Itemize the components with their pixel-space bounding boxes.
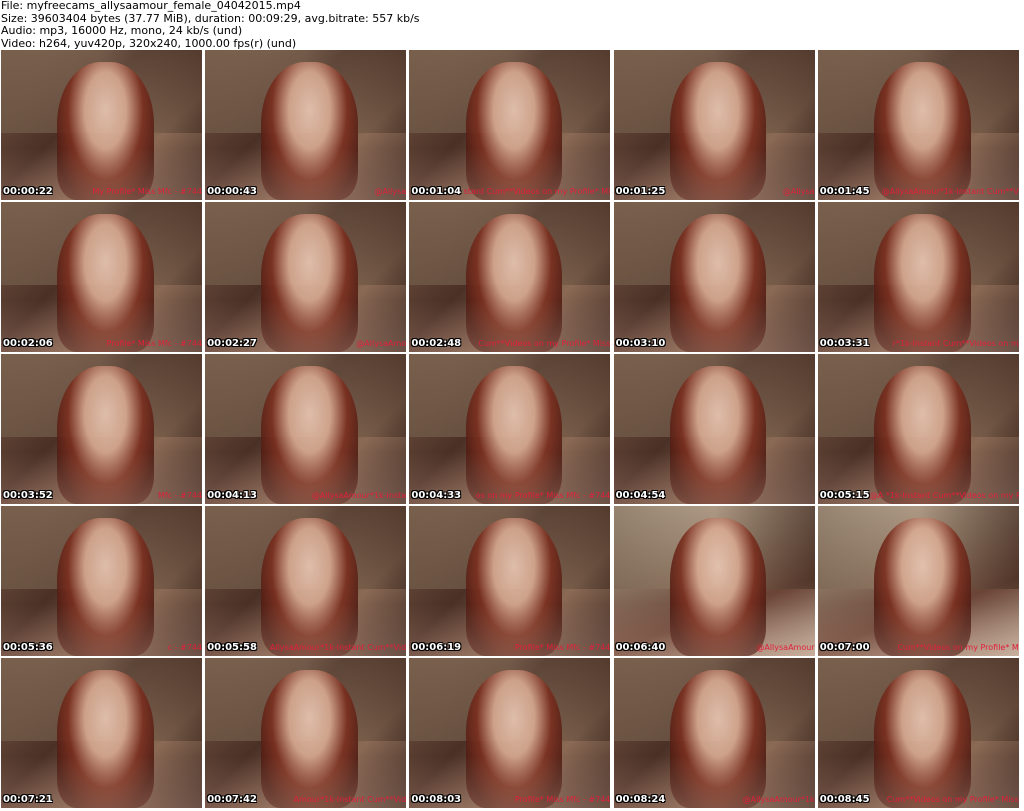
thumbnail-frame: Mfc - #744 00:03:52 bbox=[1, 354, 202, 504]
timestamp-label: 00:03:52 bbox=[3, 490, 53, 501]
thumbnail-frame: 00:03:10 bbox=[613, 202, 815, 352]
timestamp-label: 00:08:24 bbox=[615, 794, 666, 805]
ticker-text: @AllysaAmo bbox=[356, 339, 407, 348]
timestamp-label: 00:03:31 bbox=[819, 338, 870, 349]
ticker-text: @Allysa bbox=[374, 187, 407, 196]
ticker-text: @AllysaAmour*1k bbox=[742, 795, 815, 804]
thumbnail-frame: @AllysaAmour*1k 00:08:24 bbox=[613, 658, 815, 808]
thumbnail-frame: Profile* Miss Mfc - #744 00:02:06 bbox=[1, 202, 202, 352]
ticker-text: Amour*1k-Instant Cum**Vid bbox=[293, 795, 407, 804]
ticker-text: @AllysaAmour bbox=[756, 643, 815, 652]
timestamp-label: 00:06:40 bbox=[615, 642, 666, 653]
timestamp-label: 00:02:48 bbox=[411, 338, 462, 349]
thumbnail-frame: @AllysaAmour 00:06:40 bbox=[613, 506, 815, 656]
timestamp-label: 00:06:19 bbox=[411, 642, 462, 653]
thumbnail-frame: c - #744 00:05:36 bbox=[1, 506, 202, 656]
timestamp-label: 00:03:10 bbox=[615, 338, 666, 349]
timestamp-label: 00:01:45 bbox=[819, 186, 870, 197]
thumbnail-frame: @AllysaAmour*1k-Instant Cum**V 00:01:45 bbox=[817, 50, 1019, 200]
ticker-text bbox=[53, 795, 202, 805]
file-name-line: File: myfreecams_allysaamour_female_0404… bbox=[1, 0, 301, 12]
timestamp-label: 00:07:00 bbox=[819, 642, 870, 653]
timestamp-label: 00:05:58 bbox=[207, 642, 257, 653]
timestamp-label: 00:05:15 bbox=[819, 490, 870, 501]
timestamp-label: 00:00:43 bbox=[207, 186, 257, 197]
ticker-text: Profile* Miss Mfc - #744 bbox=[106, 339, 202, 348]
thumbnail-frame: @Allysa 00:00:43 bbox=[205, 50, 407, 200]
timestamp-label: 00:04:54 bbox=[615, 490, 666, 501]
ticker-text: Cum**Videos on my Profile* Miss bbox=[478, 339, 611, 348]
ticker-text: r*1k-Instant Cum**Videos on m bbox=[892, 339, 1019, 348]
timestamp-label: 00:07:21 bbox=[3, 794, 53, 805]
thumbnail-frame: r*1k-Instant Cum**Videos on m 00:03:31 bbox=[817, 202, 1019, 352]
thumbnail-frame: @AllysaAmo 00:02:27 bbox=[205, 202, 407, 352]
ticker-text: Mfc - #744 bbox=[157, 491, 202, 500]
audio-info-line: Audio: mp3, 16000 Hz, mono, 24 kb/s (und… bbox=[1, 24, 243, 38]
ticker-text: os on my Profile* Miss Mfc - #744 bbox=[475, 491, 611, 500]
thumbnail-frame: stant Cum**Videos on my Profile* Mi 00:01… bbox=[409, 50, 611, 200]
thumbnail-frame: AllysaAmour*1k-Instant Cum**Vid 00:05:58 bbox=[205, 506, 407, 656]
ticker-text: My Profile* Miss Mfc - #744 bbox=[92, 187, 202, 196]
timestamp-label: 00:08:45 bbox=[819, 794, 870, 805]
timestamp-label: 00:08:03 bbox=[411, 794, 462, 805]
ticker-text: Cum**Videos on my Profile* M bbox=[897, 643, 1019, 652]
timestamp-label: 00:02:27 bbox=[207, 338, 257, 349]
thumbnail-frame: Cum**Videos on my Profile* Miss 00:02:48 bbox=[409, 202, 611, 352]
timestamp-label: 00:04:33 bbox=[411, 490, 462, 501]
thumbnail-frame: 00:04:54 bbox=[613, 354, 815, 504]
ticker-text: stant Cum**Videos on my Profile* Mi bbox=[463, 187, 611, 196]
thumbnail-grid: My Profile* Miss Mfc - #744 00:00:22 @Ally… bbox=[1, 50, 1023, 810]
thumbnail-frame: Cum**Videos on my Profile* M 00:07:00 bbox=[817, 506, 1019, 656]
timestamp-label: 00:05:36 bbox=[3, 642, 53, 653]
timestamp-label: 00:01:04 bbox=[411, 186, 462, 197]
thumbnail-frame: Profile* Miss Mfc - #744 00:08:03 bbox=[409, 658, 611, 808]
thumbnail-frame: @A *1k-Instant Cum**Videos on my Pr 00:05… bbox=[817, 354, 1019, 504]
video-info-line: Video: h264, yuv420p, 320x240, 1000.00 f… bbox=[1, 36, 297, 50]
ticker-text: @Allysa bbox=[782, 187, 815, 196]
timestamp-label: 00:01:25 bbox=[615, 186, 666, 197]
ticker-text bbox=[666, 339, 815, 349]
timestamp-label: 00:02:06 bbox=[3, 338, 53, 349]
ticker-text: AllysaAmour*1k-Instant Cum**Vid bbox=[269, 643, 407, 652]
ticker-text: @A *1k-Instant Cum**Videos on my Pr bbox=[869, 491, 1019, 500]
ticker-text: @AllysaAmour*1k-Insta bbox=[311, 491, 407, 500]
thumbnail-frame: Amour*1k-Instant Cum**Vid 00:07:42 bbox=[205, 658, 407, 808]
thumbnail-frame: 00:07:21 bbox=[1, 658, 202, 808]
thumbnail-frame: My Profile* Miss Mfc - #744 00:00:22 bbox=[1, 50, 202, 200]
thumbnail-frame: @AllysaAmour*1k-Insta 00:04:13 bbox=[205, 354, 407, 504]
ticker-text: Profile* Miss Mfc - #744 bbox=[514, 795, 611, 804]
ticker-text: @AllysaAmour*1k-Instant Cum**V bbox=[881, 187, 1019, 196]
ticker-text bbox=[666, 491, 815, 501]
ticker-text: Cum**Videos on my Profile* Miss bbox=[886, 795, 1019, 804]
thumbnail-frame: Profile* Miss Mfc - #744 00:06:19 bbox=[409, 506, 611, 656]
thumbnail-frame: os on my Profile* Miss Mfc - #744 00:04:3… bbox=[409, 354, 611, 504]
timestamp-label: 00:00:22 bbox=[3, 186, 53, 197]
ticker-text: Profile* Miss Mfc - #744 bbox=[514, 643, 611, 652]
thumbnail-frame: @Allysa 00:01:25 bbox=[613, 50, 815, 200]
file-info-header: File: myfreecams_allysaamour_female_0404… bbox=[1, 0, 1021, 50]
timestamp-label: 00:07:42 bbox=[207, 794, 257, 805]
thumbnail-frame: Cum**Videos on my Profile* Miss 00:08:45 bbox=[817, 658, 1019, 808]
timestamp-label: 00:04:13 bbox=[207, 490, 257, 501]
ticker-text: c - #744 bbox=[167, 643, 202, 652]
